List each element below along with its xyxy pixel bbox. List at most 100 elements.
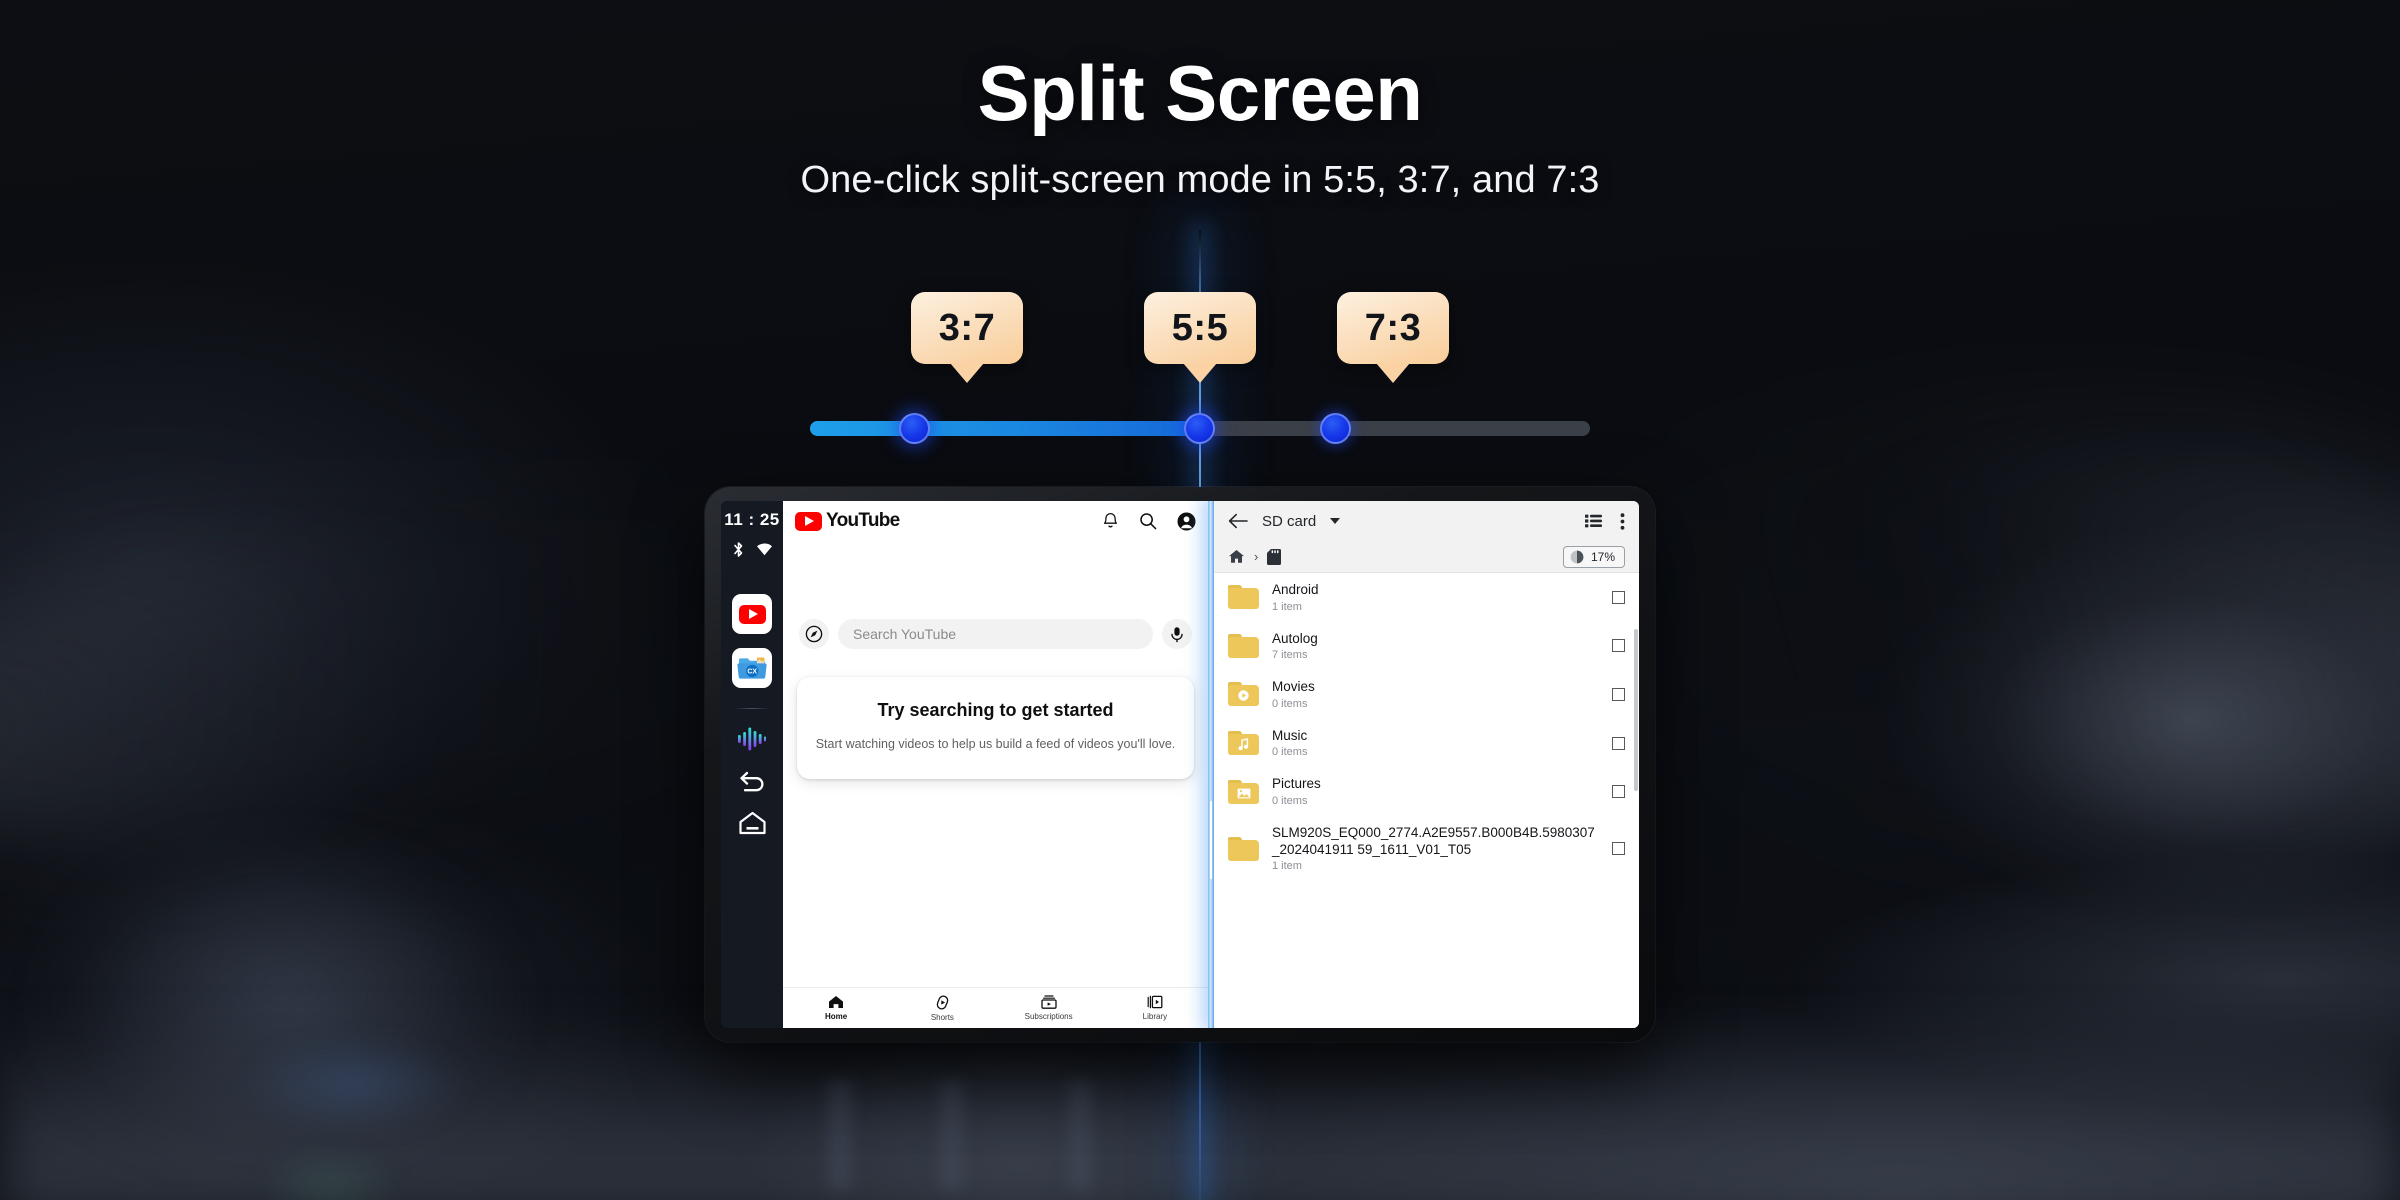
- folder-plain-icon: [1228, 836, 1259, 861]
- sd-card-icon[interactable]: [1267, 548, 1282, 565]
- youtube-icon: [738, 604, 766, 624]
- nav-item-home-label: Home: [825, 1012, 848, 1021]
- slider-handle-3-7[interactable]: [899, 413, 930, 444]
- back-arrow-icon[interactable]: [1228, 513, 1248, 529]
- voice-waveform-icon: [737, 726, 767, 752]
- file-list-item[interactable]: SLM920S_EQ000_2774.A2E9557.B000B4B.59803…: [1214, 816, 1639, 881]
- search-input[interactable]: Search YouTube: [838, 619, 1153, 649]
- nav-item-library-label: Library: [1142, 1012, 1168, 1021]
- file-name: Music: [1272, 727, 1308, 743]
- more-options-icon[interactable]: [1620, 512, 1625, 530]
- promo-stage: Split Screen One-click split-screen mode…: [0, 0, 2400, 1200]
- slider-handle-7-3[interactable]: [1320, 413, 1351, 444]
- file-meta: 7 items: [1272, 649, 1308, 662]
- file-list-scrollbar[interactable]: [1634, 629, 1638, 791]
- page-subtitle: One-click split-screen mode in 5:5, 3:7,…: [800, 159, 1600, 201]
- ratio-badge-3-7[interactable]: 3:7: [911, 292, 1023, 364]
- home-button[interactable]: [738, 811, 767, 835]
- slider-handle-5-5[interactable]: [1184, 413, 1215, 444]
- rail-divider: [734, 708, 770, 709]
- empty-state-body: Start watching videos to help us build a…: [815, 736, 1176, 751]
- nav-item-shorts-label: Shorts: [930, 1012, 954, 1022]
- file-meta: 1 item: [1272, 860, 1302, 873]
- bluetooth-icon: [732, 541, 745, 558]
- device-screen: 11 : 25 CX YouTube Search YouTube Try se…: [721, 501, 1639, 1028]
- ratio-badge-5-5-label: 5:5: [1171, 306, 1229, 349]
- folder-plain-icon: [1228, 585, 1259, 610]
- home-icon[interactable]: [1228, 549, 1245, 564]
- nav-item-library[interactable]: Library: [1102, 995, 1208, 1021]
- file-name: Pictures: [1272, 776, 1321, 792]
- youtube-pane: YouTube Search YouTube Try searching to …: [783, 501, 1208, 1028]
- nav-item-subscriptions[interactable]: Subscriptions: [996, 995, 1102, 1021]
- folder-pictures-icon: [1228, 779, 1259, 804]
- account-avatar-icon[interactable]: [1177, 512, 1196, 531]
- file-select-checkbox[interactable]: [1612, 687, 1625, 701]
- file-meta: 0 items: [1272, 697, 1308, 710]
- youtube-topbar: YouTube: [783, 501, 1208, 541]
- youtube-bottom-nav: Home Shorts Subscriptions Library: [783, 987, 1208, 1028]
- file-manager-pane: SD card › 17% Android 1 item Autolog 7 i…: [1214, 501, 1639, 1028]
- ratio-badge-group: 3:7 5:5 7:3: [0, 292, 2400, 412]
- file-list-item[interactable]: Movies 0 items: [1214, 670, 1639, 719]
- home-icon: [828, 995, 844, 1009]
- status-icons: [732, 541, 773, 558]
- shorts-icon: [935, 995, 950, 1010]
- file-name: Autolog: [1272, 630, 1318, 646]
- storage-badge-value: 17%: [1590, 549, 1615, 564]
- cx-file-explorer-icon: CX: [737, 655, 767, 681]
- voice-assistant-button[interactable]: [737, 726, 767, 752]
- ratio-badge-7-3-label: 7:3: [1364, 306, 1422, 349]
- file-list-item[interactable]: Autolog 7 items: [1214, 622, 1639, 671]
- file-manager-toolbar: SD card: [1214, 501, 1639, 541]
- voice-search-mic-icon[interactable]: [1162, 619, 1192, 649]
- youtube-app-tile[interactable]: [732, 594, 772, 634]
- wifi-icon: [756, 543, 773, 556]
- back-button[interactable]: [738, 769, 767, 794]
- file-select-checkbox[interactable]: [1612, 639, 1625, 653]
- pie-chart-icon: [1570, 550, 1584, 564]
- nav-item-shorts[interactable]: Shorts: [889, 995, 995, 1022]
- file-meta: 1 item: [1272, 600, 1302, 613]
- file-meta: 0 items: [1272, 746, 1308, 759]
- breadcrumb-separator: ›: [1254, 549, 1259, 564]
- empty-state-card: Try searching to get started Start watch…: [797, 677, 1194, 779]
- youtube-search-row: Search YouTube: [783, 619, 1208, 649]
- head-unit-device: 11 : 25 CX YouTube Search YouTube Try se…: [705, 487, 1655, 1042]
- svg-text:CX: CX: [747, 669, 757, 676]
- file-list-item[interactable]: Music 0 items: [1214, 719, 1639, 768]
- file-name: SLM920S_EQ000_2774.A2E9557.B000B4B.59803…: [1272, 824, 1595, 857]
- file-select-checkbox[interactable]: [1612, 590, 1625, 604]
- back-arrow-icon: [738, 769, 767, 794]
- storage-badge[interactable]: 17%: [1562, 545, 1625, 568]
- file-manager-title[interactable]: SD card: [1262, 513, 1316, 530]
- ratio-badge-5-5[interactable]: 5:5: [1144, 292, 1256, 364]
- notifications-bell-icon[interactable]: [1102, 512, 1119, 530]
- file-select-checkbox[interactable]: [1612, 842, 1625, 856]
- file-select-checkbox[interactable]: [1612, 785, 1625, 799]
- folder-movies-icon: [1228, 682, 1259, 707]
- file-select-checkbox[interactable]: [1612, 736, 1625, 750]
- search-icon[interactable]: [1139, 512, 1157, 530]
- explore-compass-icon[interactable]: [799, 619, 829, 649]
- youtube-play-icon: [795, 511, 822, 531]
- empty-state-title: Try searching to get started: [877, 700, 1114, 720]
- slider-fill: [810, 421, 1200, 436]
- list-view-icon[interactable]: [1585, 514, 1602, 528]
- file-name: Movies: [1272, 679, 1315, 695]
- ratio-badge-3-7-label: 3:7: [938, 306, 996, 349]
- file-list-item[interactable]: Android 1 item: [1214, 573, 1639, 622]
- nav-item-subscriptions-label: Subscriptions: [1024, 1012, 1073, 1021]
- chevron-down-icon[interactable]: [1330, 518, 1341, 524]
- file-list-item[interactable]: Pictures 0 items: [1214, 767, 1639, 816]
- cx-file-explorer-app-tile[interactable]: CX: [732, 648, 772, 688]
- youtube-logo[interactable]: YouTube: [795, 510, 900, 532]
- file-list[interactable]: Android 1 item Autolog 7 items Movies 0 …: [1214, 573, 1639, 1028]
- file-meta: 0 items: [1272, 794, 1308, 807]
- split-ratio-slider[interactable]: [810, 413, 1590, 444]
- subscriptions-icon: [1040, 995, 1057, 1009]
- ratio-badge-7-3[interactable]: 7:3: [1337, 292, 1449, 364]
- file-name: Android: [1272, 582, 1319, 597]
- page-title: Split Screen: [977, 49, 1423, 137]
- nav-item-home[interactable]: Home: [783, 995, 889, 1021]
